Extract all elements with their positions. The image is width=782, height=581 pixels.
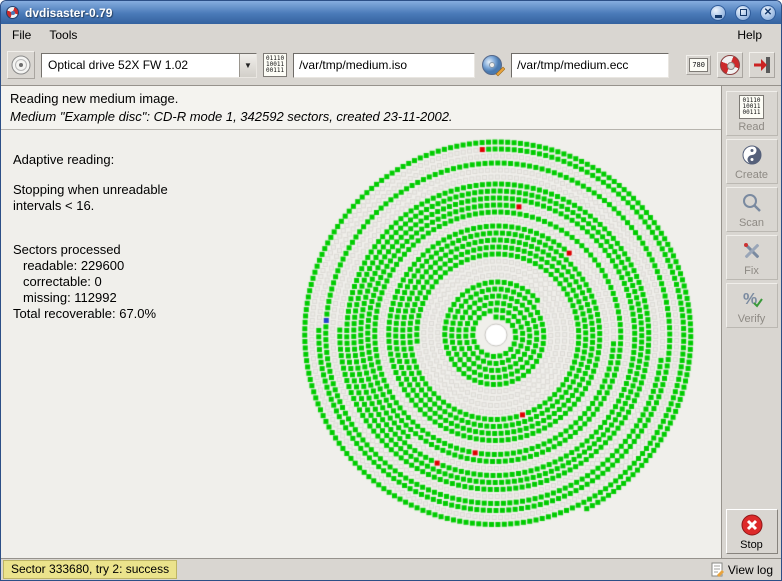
app-window: dvdisaster-0.79 ✕ File Tools Help Optica… [0, 0, 782, 581]
menu-tools[interactable]: Tools [40, 26, 86, 44]
verify-percent-icon: % [740, 287, 764, 311]
verify-button-label: Verify [738, 313, 766, 325]
action-sidebar: 01110 10011 00111 Read Create [721, 85, 781, 558]
ecc-file-icon [481, 53, 505, 77]
adaptive-reading-label: Adaptive reading: [13, 152, 168, 168]
read-icon: 01110 10011 00111 [739, 95, 763, 119]
app-icon [6, 6, 19, 19]
visualization-area: Adaptive reading: Stopping when unreadab… [1, 130, 721, 558]
view-log-button[interactable]: View log [711, 562, 773, 577]
view-log-label: View log [728, 563, 773, 577]
tools-icon [740, 239, 764, 263]
preferences-icon: 780 [689, 58, 708, 72]
read-button[interactable]: 01110 10011 00111 Read [726, 91, 778, 136]
fix-button-label: Fix [744, 265, 759, 277]
status-header: Reading new medium image. Medium "Exampl… [1, 86, 721, 130]
medium-description: Medium "Example disc": CD-R mode 1, 3425… [10, 109, 712, 124]
log-page-icon [711, 562, 724, 577]
chevron-down-icon[interactable]: ▼ [239, 54, 256, 77]
content-panel: Reading new medium image. Medium "Exampl… [1, 85, 721, 558]
title-bar[interactable]: dvdisaster-0.79 ✕ [1, 1, 781, 24]
magnifier-icon [740, 191, 764, 215]
quit-button[interactable] [749, 52, 775, 78]
verify-button[interactable]: % Verify [726, 283, 778, 328]
reading-info: Adaptive reading: Stopping when unreadab… [13, 152, 168, 322]
sectors-processed-label: Sectors processed [13, 242, 168, 258]
minimize-button[interactable] [710, 5, 726, 21]
menu-file[interactable]: File [3, 26, 40, 44]
stop-condition-line1: Stopping when unreadable [13, 182, 168, 198]
quit-icon [752, 55, 772, 75]
create-button-label: Create [735, 169, 768, 181]
sector-spiral-canvas [291, 130, 701, 540]
menu-bar: File Tools Help [1, 24, 781, 45]
yin-yang-icon [740, 143, 764, 167]
total-recoverable: Total recoverable: 67.0% [13, 306, 168, 322]
drive-select-button[interactable] [7, 51, 35, 79]
maximize-icon [740, 9, 747, 16]
lifesaver-help-icon [720, 55, 740, 75]
main-area: Reading new medium image. Medium "Exampl… [1, 85, 781, 558]
status-message: Sector 333680, try 2: success [3, 560, 177, 579]
window-title: dvdisaster-0.79 [25, 6, 701, 20]
read-button-label: Read [738, 121, 764, 133]
stop-button[interactable]: Stop [726, 509, 778, 554]
drive-combobox[interactable]: Optical drive 52X FW 1.02 ▼ [41, 53, 257, 78]
stop-button-label: Stop [740, 539, 763, 551]
status-bar: Sector 333680, try 2: success View log [1, 558, 781, 580]
preferences-button[interactable]: 780 [686, 55, 711, 75]
stop-icon [740, 513, 764, 537]
correctable-count: correctable: 0 [13, 274, 168, 290]
close-button[interactable]: ✕ [760, 5, 776, 21]
create-button[interactable]: Create [726, 139, 778, 184]
iso-path-input[interactable]: /var/tmp/medium.iso [293, 53, 475, 78]
fix-button[interactable]: Fix [726, 235, 778, 280]
scan-button[interactable]: Scan [726, 187, 778, 232]
toolbar: Optical drive 52X FW 1.02 ▼ 01110 10011 … [1, 45, 781, 85]
maximize-button[interactable] [735, 5, 751, 21]
missing-count: missing: 112992 [13, 290, 168, 306]
drive-combobox-value: Optical drive 52X FW 1.02 [42, 58, 239, 72]
ecc-path-input[interactable]: /var/tmp/medium.ecc [511, 53, 669, 78]
minimize-icon [715, 15, 722, 18]
help-button[interactable] [717, 52, 743, 78]
close-icon: ✕ [764, 8, 772, 18]
operation-title: Reading new medium image. [10, 91, 712, 106]
scan-button-label: Scan [739, 217, 764, 229]
image-file-icon: 01110 10011 00111 [263, 53, 287, 77]
menu-help[interactable]: Help [728, 26, 771, 44]
readable-count: readable: 229600 [13, 258, 168, 274]
stop-condition-line2: intervals < 16. [13, 198, 168, 214]
drive-icon [10, 54, 32, 76]
